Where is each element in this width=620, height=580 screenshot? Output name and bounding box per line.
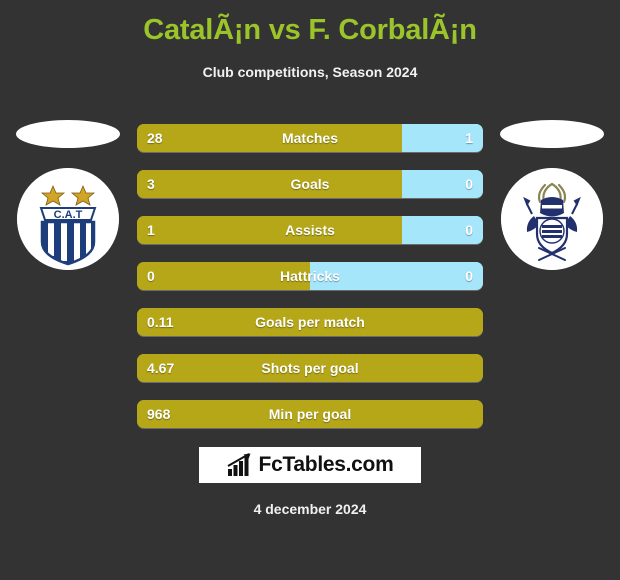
home-team-crest-area: C.A.T bbox=[8, 112, 128, 302]
away-crest-ellipse-decoration bbox=[500, 120, 604, 148]
away-stat-value: 1 bbox=[465, 130, 473, 146]
stat-label: Hattricks bbox=[280, 268, 340, 284]
away-team-crest-area bbox=[492, 112, 612, 302]
page-title: CatalÃ¡n vs F. CorbalÃ¡n bbox=[143, 14, 477, 46]
away-stat-value: 0 bbox=[465, 176, 473, 192]
away-stat-value: 0 bbox=[465, 222, 473, 238]
away-stat-value: 0 bbox=[465, 268, 473, 284]
stat-bar-row: 968 Min per goal bbox=[137, 400, 483, 428]
bar-chart-arrow-icon bbox=[227, 453, 251, 476]
stat-label: Min per goal bbox=[268, 406, 352, 422]
away-team-crest bbox=[501, 168, 603, 270]
stat-bar-row: 4.67 Shots per goal bbox=[137, 354, 483, 382]
home-crest-ellipse-decoration bbox=[16, 120, 120, 148]
stat-bar-row: 0.11 Goals per match bbox=[137, 308, 483, 336]
stat-comparison-graphic: CatalÃ¡n vs F. CorbalÃ¡n Club competitio… bbox=[0, 0, 620, 580]
stat-bar-row: 28 Matches 1 bbox=[137, 124, 483, 152]
stat-bar-row: 3 Goals 0 bbox=[137, 170, 483, 198]
stat-label: Shots per goal bbox=[261, 360, 359, 376]
fctables-wordmark: FcTables.com bbox=[258, 453, 394, 476]
stat-bar-row: 0 Hattricks 0 bbox=[137, 262, 483, 290]
page-subtitle: Club competitions, Season 2024 bbox=[202, 64, 418, 80]
stat-bar-row: 1 Assists 0 bbox=[137, 216, 483, 244]
fctables-logo[interactable]: FcTables.com bbox=[199, 447, 421, 483]
stat-label: Goals bbox=[290, 176, 330, 192]
stats-bar-list: 28 Matches 1 3 Goals 0 1 Assists 0 0 Hattricks 0 0.1… bbox=[137, 124, 483, 446]
graphic-date: 4 december 2024 bbox=[253, 501, 367, 517]
home-team-crest: C.A.T bbox=[17, 168, 119, 270]
stat-label: Goals per match bbox=[255, 314, 365, 330]
stat-label: Matches bbox=[281, 130, 339, 146]
stat-label: Assists bbox=[285, 222, 335, 238]
svg-text:C.A.T: C.A.T bbox=[54, 209, 83, 221]
